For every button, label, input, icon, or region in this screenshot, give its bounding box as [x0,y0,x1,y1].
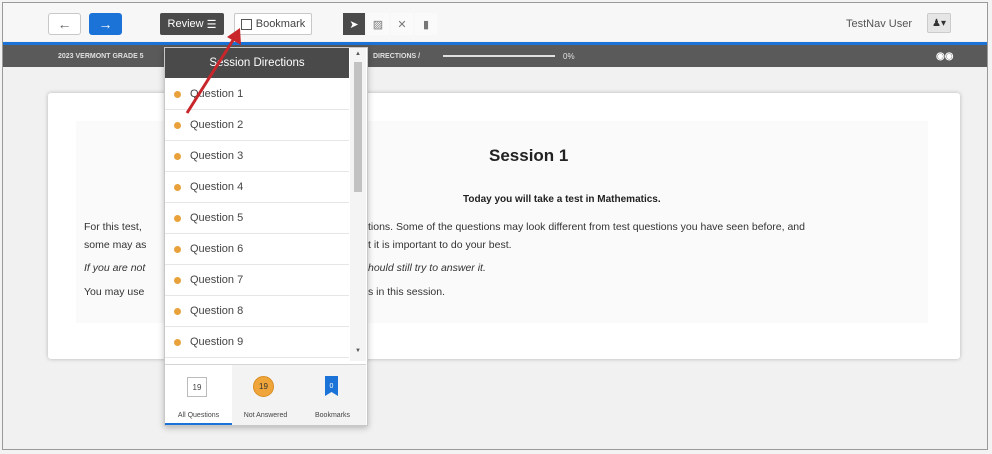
arrow-line [185,36,237,114]
annotation-arrow [185,28,241,114]
arrow-head-icon [227,28,241,45]
